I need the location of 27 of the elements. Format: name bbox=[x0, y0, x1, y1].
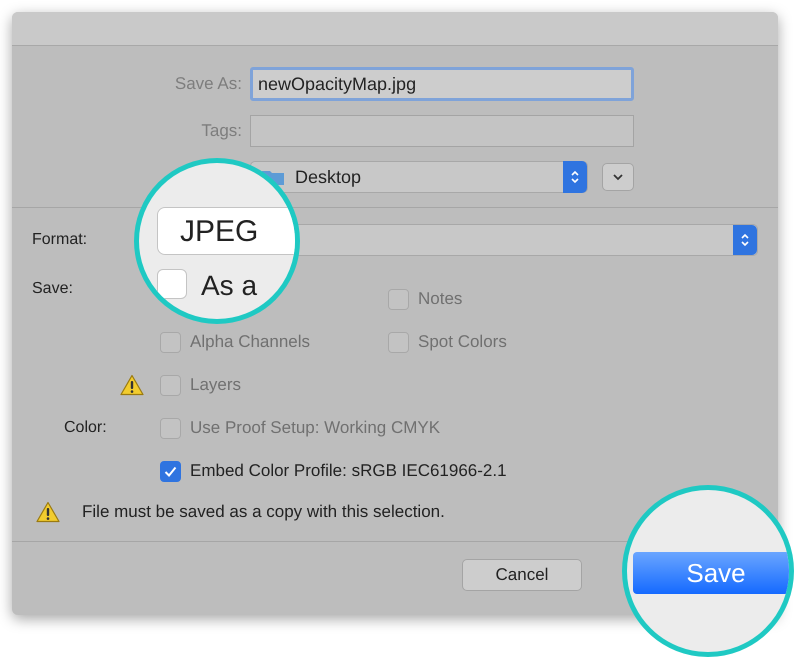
field-label: Save As: bbox=[174, 73, 242, 96]
chevron-down-icon bbox=[612, 173, 624, 181]
checkbox[interactable] bbox=[160, 460, 181, 482]
checkbox-label: Alpha Channels bbox=[190, 331, 310, 354]
filename-field[interactable]: newOpacityMap.jpg bbox=[250, 67, 634, 101]
format-popup[interactable]: JPEG bbox=[157, 207, 295, 255]
check-icon bbox=[164, 466, 177, 476]
checkbox-label: Layers bbox=[190, 374, 242, 396]
stepper-icon bbox=[733, 225, 757, 255]
field-label: Color: bbox=[64, 419, 107, 436]
field-label: Save: bbox=[32, 279, 74, 299]
stepper-icon bbox=[563, 161, 587, 193]
warning-icon bbox=[36, 500, 60, 523]
cancel-button[interactable]: Cancel bbox=[462, 558, 582, 590]
location-popup[interactable]: Desktop bbox=[250, 161, 588, 193]
field-label: Tags: bbox=[200, 120, 242, 142]
warning-message: File must be saved as a copy with this selection. bbox=[82, 501, 445, 523]
checkbox-label: Notes bbox=[418, 288, 462, 310]
checkbox-label: Embed Color Profile: sRGB IEC61966-2.1 bbox=[190, 460, 507, 482]
checkbox-label: Spot Colors bbox=[418, 331, 507, 354]
field-label: Format: bbox=[32, 230, 88, 250]
tags-field[interactable] bbox=[250, 115, 634, 147]
checkbox-label: As a bbox=[201, 269, 258, 303]
expand-button[interactable] bbox=[602, 163, 634, 191]
save-button[interactable]: Save bbox=[633, 552, 789, 594]
checkbox[interactable] bbox=[157, 269, 187, 299]
checkbox-label: Use Proof Setup: Working CMYK bbox=[190, 417, 440, 440]
